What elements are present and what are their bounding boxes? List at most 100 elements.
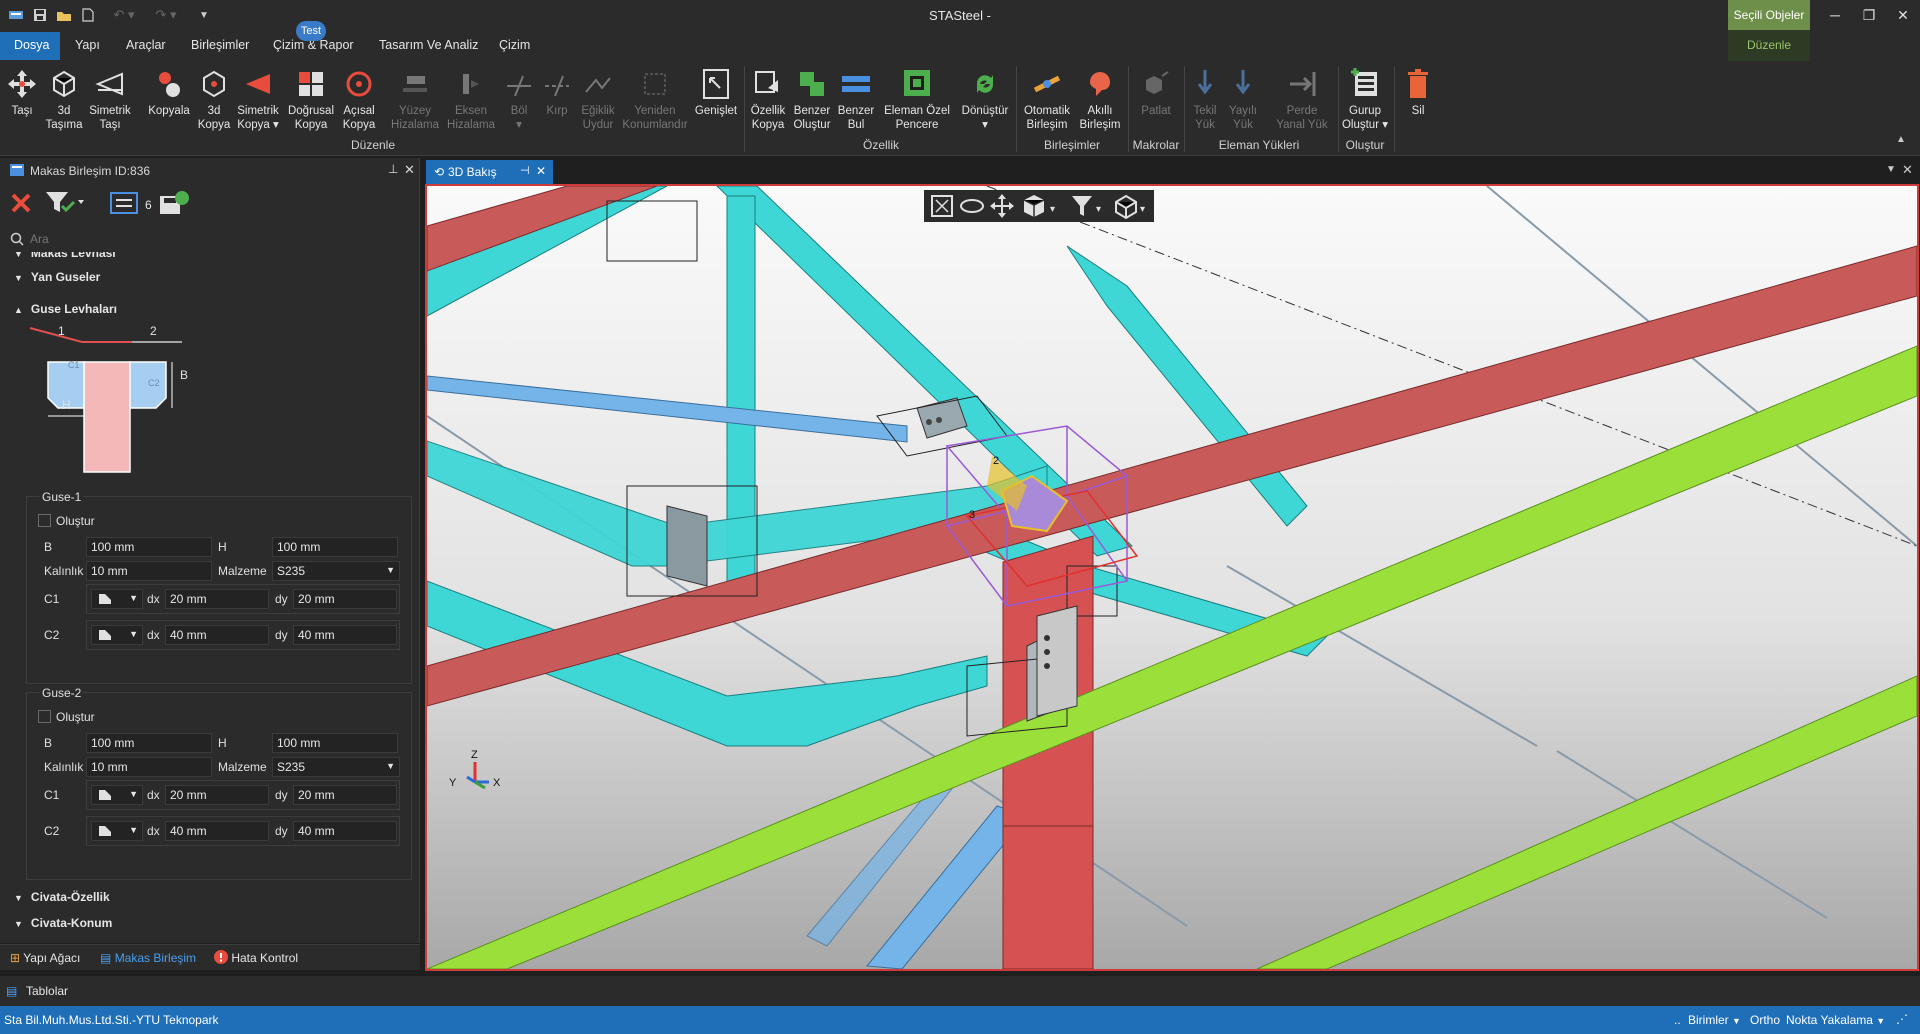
guse-2-material-select[interactable]: S235 ▼ bbox=[272, 757, 400, 777]
group-makrolar-label: Makrolar bbox=[1132, 138, 1180, 152]
3d-copy-icon bbox=[203, 70, 225, 98]
guse-1-thickness-field[interactable]: 10 mm bbox=[86, 561, 212, 581]
close-window-button[interactable]: ✕ bbox=[1886, 4, 1920, 26]
guse-2-c2-dx-field[interactable]: 40 mm bbox=[165, 821, 269, 841]
guse-2-h-field[interactable]: 100 mm bbox=[272, 733, 398, 753]
guse-2-c2-dy-field[interactable]: 40 mm bbox=[293, 821, 397, 841]
close-panel-icon[interactable]: ✕ bbox=[404, 162, 415, 178]
guse-2-b-field[interactable]: 100 mm bbox=[86, 733, 212, 753]
move-button[interactable]: Taşı bbox=[4, 66, 40, 118]
guse-2-c2-corner-select[interactable]: ▼ bbox=[91, 821, 143, 841]
close-tab-icon[interactable]: ✕ bbox=[536, 164, 546, 178]
minimize-button[interactable]: ─ bbox=[1818, 4, 1852, 26]
tab-hata-kontrol[interactable]: Hata Kontrol bbox=[214, 950, 298, 965]
guse-1-c1-dx-field[interactable]: 20 mm bbox=[165, 589, 269, 609]
guse-1-b-field[interactable]: 100 mm bbox=[86, 537, 212, 557]
guse-2-thickness-field[interactable]: 10 mm bbox=[86, 757, 212, 777]
properties-scroll-area[interactable]: ▼ Makas Levhası ▼ Yan Guseler ▲ Guse Levhal… bbox=[0, 252, 418, 942]
guse-1-h-field[interactable]: 100 mm bbox=[272, 537, 398, 557]
units-dropdown[interactable]: Birimler ▼ bbox=[1688, 1013, 1741, 1027]
3d-scene[interactable]: 2 3 ▾ ▾ ▾ Z Y X bbox=[427, 186, 1917, 969]
chevron-down-icon: ▼ bbox=[129, 593, 138, 603]
list-icon[interactable] bbox=[110, 192, 138, 217]
guse-2-c1-corner-select[interactable]: ▼ bbox=[91, 785, 143, 805]
pin-icon[interactable]: ⊣ bbox=[520, 164, 530, 177]
create-similar-button[interactable]: Benzer Oluştur bbox=[790, 66, 834, 132]
3d-viewport[interactable]: 2 3 ▾ ▾ ▾ Z Y X bbox=[425, 184, 1919, 971]
restore-button[interactable]: ❐ bbox=[1852, 4, 1886, 26]
slope-fit-button[interactable]: Eğiklik Uydur bbox=[578, 66, 618, 132]
3d-copy-button[interactable]: 3d Kopya bbox=[196, 66, 232, 132]
tab-makas-birlesim[interactable]: ▤ Makas Birleşim bbox=[100, 951, 196, 965]
mirror-move-button[interactable]: Simetrik Taşı bbox=[86, 66, 134, 132]
guse-2-create-checkbox[interactable] bbox=[38, 710, 51, 723]
surface-align-button[interactable]: Yüzey Hizalama bbox=[390, 66, 440, 132]
menu-tasarim-analiz[interactable]: Tasarım Ve Analiz bbox=[379, 38, 478, 52]
guse-1-c1-dy-field[interactable]: 20 mm bbox=[293, 589, 397, 609]
guse-1-material-select[interactable]: S235 ▼ bbox=[272, 561, 400, 581]
section-yan-guseler[interactable]: ▼ Yan Guseler bbox=[14, 270, 100, 284]
guse-1-create-checkbox[interactable] bbox=[38, 514, 51, 527]
snap-dropdown[interactable]: Nokta Yakalama ▼ bbox=[1786, 1013, 1885, 1027]
axis-z-label: Z bbox=[471, 749, 478, 761]
axis-align-button[interactable]: Eksen Hizalama bbox=[444, 66, 498, 132]
delete-button[interactable]: Sil bbox=[1400, 66, 1436, 118]
guse-2-c2-dy-label: dy bbox=[275, 824, 288, 838]
section-civata-konum[interactable]: ▼ Civata-Konum bbox=[14, 916, 112, 930]
tab-yapi-agaci[interactable]: ⊞ Yapı Ağacı bbox=[10, 951, 80, 965]
cancel-icon[interactable] bbox=[10, 192, 32, 217]
menu-birlesimler[interactable]: Birleşimler bbox=[191, 38, 249, 52]
copy-button[interactable]: Kopyala bbox=[146, 66, 192, 118]
filter-icon[interactable] bbox=[44, 190, 84, 219]
trim-button[interactable]: Kırp bbox=[540, 66, 574, 118]
tab-3d-view[interactable]: ⟲ 3D Bakış ⊣ ✕ bbox=[426, 160, 553, 184]
guse-1-c2-corner-select[interactable]: ▼ bbox=[91, 625, 143, 645]
tab-list-dropdown-icon[interactable]: ▼ bbox=[1886, 164, 1896, 175]
menu-araclar[interactable]: Araçlar bbox=[126, 38, 166, 52]
section-guse-levhalari[interactable]: ▲ Guse Levhaları bbox=[14, 302, 117, 316]
pin-icon[interactable]: ⊥ bbox=[388, 162, 398, 176]
convert-button[interactable]: Dönüştür ▾ bbox=[958, 66, 1012, 132]
auto-connection-button[interactable]: Otomatik Birleşim bbox=[1020, 66, 1074, 132]
split-button[interactable]: Böl ▾ bbox=[502, 66, 536, 132]
angular-copy-button[interactable]: Açısal Kopya bbox=[338, 66, 380, 132]
save-settings-icon[interactable] bbox=[158, 190, 190, 219]
close-document-icon[interactable]: ✕ bbox=[1902, 162, 1913, 178]
tab-duzenle-context[interactable]: Düzenle bbox=[1728, 30, 1810, 61]
find-similar-button[interactable]: Benzer Bul bbox=[836, 66, 876, 132]
reposition-button[interactable]: Yeniden Konumlandır bbox=[620, 66, 690, 132]
distributed-load-button[interactable]: Yayılı Yük bbox=[1226, 66, 1260, 132]
selected-objects-tab[interactable]: Seçili Objeler bbox=[1728, 0, 1810, 31]
tables-tab[interactable]: Tablolar bbox=[26, 984, 68, 998]
collapse-ribbon-icon[interactable]: ▲ bbox=[1896, 134, 1906, 145]
smart-connection-icon bbox=[1090, 72, 1110, 96]
guse-1-c2-dx-field[interactable]: 40 mm bbox=[165, 625, 269, 645]
ortho-toggle[interactable]: Ortho bbox=[1750, 1013, 1780, 1027]
resize-grip-icon[interactable]: ⋰ bbox=[1896, 1012, 1908, 1026]
mirror-copy-button[interactable]: Simetrik Kopya ▾ bbox=[234, 66, 282, 132]
diagram-label-h: H bbox=[62, 398, 71, 412]
guse-2-c1-dx-label: dx bbox=[147, 788, 160, 802]
guse-2-c1-dy-field[interactable]: 20 mm bbox=[293, 785, 397, 805]
search-input[interactable] bbox=[30, 230, 410, 248]
point-load-button[interactable]: Tekil Yük bbox=[1188, 66, 1222, 132]
create-group-button[interactable]: Gurup Oluştur ▾ bbox=[1340, 66, 1390, 132]
menu-yapi[interactable]: Yapı bbox=[75, 38, 100, 52]
smart-connection-button[interactable]: Akıllı Birleşim bbox=[1076, 66, 1124, 132]
section-civata-ozellik[interactable]: ▼ Civata-Özellik bbox=[14, 890, 110, 904]
wall-lateral-load-button[interactable]: Perde Yanal Yük bbox=[1272, 66, 1332, 132]
linear-copy-button[interactable]: Doğrusal Kopya bbox=[286, 66, 336, 132]
3d-move-button[interactable]: 3d Taşıma bbox=[42, 66, 86, 132]
menu-cizim[interactable]: Çizim bbox=[499, 38, 530, 52]
guse-1-c2-dy-field[interactable]: 40 mm bbox=[293, 625, 397, 645]
guse-1-c1-corner-select[interactable]: ▼ bbox=[91, 589, 143, 609]
guse-2-c1-dx-field[interactable]: 20 mm bbox=[165, 785, 269, 805]
property-copy-button[interactable]: Özellik Kopya bbox=[748, 66, 788, 132]
element-window-button[interactable]: Eleman Özel Pencere bbox=[878, 66, 956, 132]
diagram-label-c1: C1 bbox=[68, 360, 80, 370]
guse-1-create-label: Oluştur bbox=[56, 514, 95, 528]
explode-button[interactable]: Patlat bbox=[1134, 66, 1178, 118]
menu-dosya[interactable]: Dosya bbox=[14, 38, 49, 52]
section-makas-levhasi[interactable]: ▼ Makas Levhası bbox=[14, 252, 116, 260]
extend-button[interactable]: Genişlet bbox=[694, 66, 738, 118]
